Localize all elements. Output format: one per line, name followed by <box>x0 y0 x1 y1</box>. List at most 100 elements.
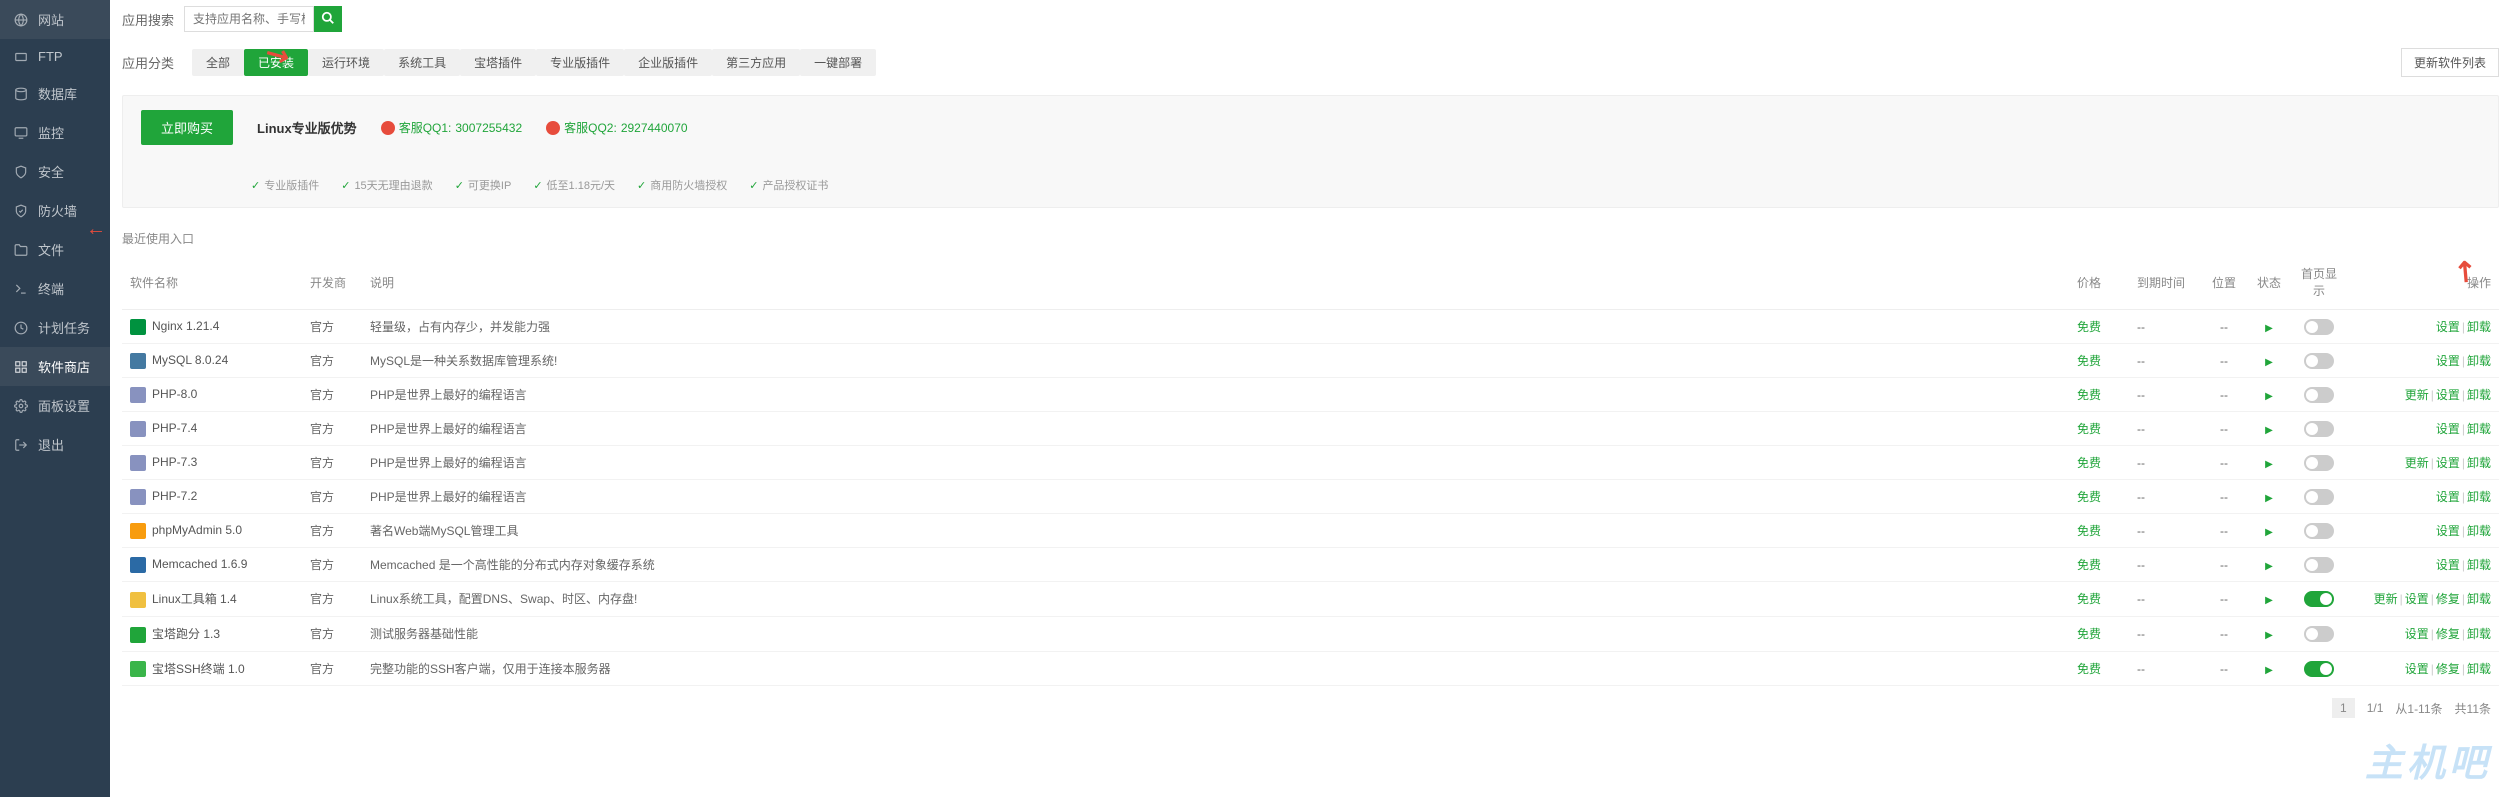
page-current[interactable]: 1 <box>2332 698 2355 718</box>
action-link[interactable]: 卸载 <box>2467 558 2491 572</box>
action-link[interactable]: 修复 <box>2436 592 2460 606</box>
action-link[interactable]: 更新 <box>2374 592 2398 606</box>
action-link[interactable]: 更新 <box>2405 388 2429 402</box>
play-icon[interactable]: ▶ <box>2265 459 2273 470</box>
action-link[interactable]: 卸载 <box>2467 320 2491 334</box>
app-name-link[interactable]: 宝塔跑分 1.3 <box>152 627 220 641</box>
category-tab[interactable]: 专业版插件 <box>536 49 624 76</box>
search-button[interactable] <box>314 6 342 32</box>
action-link[interactable]: 卸载 <box>2467 354 2491 368</box>
terminal-icon <box>14 282 28 296</box>
category-tab[interactable]: 系统工具 <box>384 49 460 76</box>
table-row: PHP-8.0 官方 PHP是世界上最好的编程语言 免费 -- -- ▶ 更新|… <box>122 378 2499 412</box>
action-link[interactable]: 设置 <box>2436 354 2460 368</box>
table-row: PHP-7.4 官方 PHP是世界上最好的编程语言 免费 -- -- ▶ 设置|… <box>122 412 2499 446</box>
play-icon[interactable]: ▶ <box>2265 561 2273 572</box>
action-link[interactable]: 设置 <box>2436 558 2460 572</box>
app-name-link[interactable]: PHP-7.4 <box>152 421 197 435</box>
category-tab[interactable]: 第三方应用 <box>712 49 800 76</box>
play-icon[interactable]: ▶ <box>2265 665 2273 676</box>
sidebar-item-globe[interactable]: 网站 <box>0 0 110 39</box>
cell-ops: 设置|卸载 <box>2349 548 2499 582</box>
category-tab[interactable]: 已安装 <box>244 49 308 76</box>
play-icon[interactable]: ▶ <box>2265 595 2273 606</box>
home-toggle[interactable] <box>2304 523 2334 539</box>
category-tab[interactable]: 全部 <box>192 49 244 76</box>
home-toggle[interactable] <box>2304 557 2334 573</box>
page-of: 1/1 <box>2367 701 2384 715</box>
play-icon[interactable]: ▶ <box>2265 323 2273 334</box>
qq-contact-2[interactable]: 客服QQ2: 2927440070 <box>546 119 687 136</box>
action-link[interactable]: 设置 <box>2436 388 2460 402</box>
action-link[interactable]: 设置 <box>2436 524 2460 538</box>
sidebar-item-exit[interactable]: 退出 <box>0 425 110 464</box>
app-name-link[interactable]: MySQL 8.0.24 <box>152 353 228 367</box>
play-icon[interactable]: ▶ <box>2265 357 2273 368</box>
cell-expire: -- <box>2129 582 2199 617</box>
sidebar-item-label: 终端 <box>38 279 64 298</box>
play-icon[interactable]: ▶ <box>2265 425 2273 436</box>
main-content: 应用搜索 应用分类 全部已安装运行环境系统工具宝塔插件专业版插件企业版插件第三方… <box>110 0 2511 797</box>
app-name-link[interactable]: PHP-8.0 <box>152 387 197 401</box>
search-input[interactable] <box>184 6 314 32</box>
action-link[interactable]: 设置 <box>2436 422 2460 436</box>
category-tab[interactable]: 宝塔插件 <box>460 49 536 76</box>
home-toggle[interactable] <box>2304 455 2334 471</box>
home-toggle[interactable] <box>2304 661 2334 677</box>
action-link[interactable]: 卸载 <box>2467 524 2491 538</box>
action-link[interactable]: 卸载 <box>2467 627 2491 641</box>
action-link[interactable]: 更新 <box>2405 456 2429 470</box>
refresh-software-button[interactable]: 更新软件列表 <box>2401 48 2499 77</box>
sidebar-item-panel[interactable]: 面板设置 <box>0 386 110 425</box>
action-link[interactable]: 卸载 <box>2467 490 2491 504</box>
sidebar-item-folder[interactable]: 文件 <box>0 230 110 269</box>
qq-contact-1[interactable]: 客服QQ1: 3007255432 <box>381 119 522 136</box>
action-link[interactable]: 设置 <box>2405 592 2429 606</box>
action-link[interactable]: 设置 <box>2436 490 2460 504</box>
action-link[interactable]: 设置 <box>2405 662 2429 676</box>
action-link[interactable]: 卸载 <box>2467 662 2491 676</box>
home-toggle[interactable] <box>2304 421 2334 437</box>
cell-desc: MySQL是一种关系数据库管理系统! <box>362 344 2069 378</box>
sidebar-item-task[interactable]: 计划任务 <box>0 308 110 347</box>
home-toggle[interactable] <box>2304 489 2334 505</box>
app-name-link[interactable]: PHP-7.2 <box>152 489 197 503</box>
play-icon[interactable]: ▶ <box>2265 527 2273 538</box>
app-name-link[interactable]: PHP-7.3 <box>152 455 197 469</box>
buy-now-button[interactable]: 立即购买 <box>141 110 233 145</box>
app-name-link[interactable]: 宝塔SSH终端 1.0 <box>152 662 245 676</box>
app-name-link[interactable]: Memcached 1.6.9 <box>152 557 247 571</box>
sidebar-item-monitor[interactable]: 监控 <box>0 113 110 152</box>
app-name-link[interactable]: Nginx 1.21.4 <box>152 319 219 333</box>
app-name-link[interactable]: phpMyAdmin 5.0 <box>152 523 242 537</box>
sidebar-item-firewall[interactable]: 防火墙 <box>0 191 110 230</box>
sidebar-item-store[interactable]: 软件商店 <box>0 347 110 386</box>
action-link[interactable]: 设置 <box>2436 456 2460 470</box>
sidebar-item-db[interactable]: 数据库 <box>0 74 110 113</box>
sidebar-item-ftp[interactable]: FTP <box>0 39 110 74</box>
action-link[interactable]: 修复 <box>2436 627 2460 641</box>
sidebar-item-terminal[interactable]: 终端 <box>0 269 110 308</box>
play-icon[interactable]: ▶ <box>2265 391 2273 402</box>
home-toggle[interactable] <box>2304 387 2334 403</box>
action-link[interactable]: 卸载 <box>2467 456 2491 470</box>
home-toggle[interactable] <box>2304 626 2334 642</box>
play-icon[interactable]: ▶ <box>2265 493 2273 504</box>
action-link[interactable]: 设置 <box>2405 627 2429 641</box>
action-link[interactable]: 卸载 <box>2467 422 2491 436</box>
play-icon[interactable]: ▶ <box>2265 630 2273 641</box>
action-link[interactable]: 修复 <box>2436 662 2460 676</box>
action-link[interactable]: 卸载 <box>2467 388 2491 402</box>
sidebar-item-shield[interactable]: 安全 <box>0 152 110 191</box>
app-name-link[interactable]: Linux工具箱 1.4 <box>152 592 237 606</box>
category-tab[interactable]: 一键部署 <box>800 49 876 76</box>
home-toggle[interactable] <box>2304 319 2334 335</box>
home-toggle[interactable] <box>2304 353 2334 369</box>
action-link[interactable]: 卸载 <box>2467 592 2491 606</box>
cell-home <box>2289 378 2349 412</box>
sidebar-item-label: FTP <box>38 49 63 64</box>
category-tab[interactable]: 运行环境 <box>308 49 384 76</box>
home-toggle[interactable] <box>2304 591 2334 607</box>
action-link[interactable]: 设置 <box>2436 320 2460 334</box>
category-tab[interactable]: 企业版插件 <box>624 49 712 76</box>
